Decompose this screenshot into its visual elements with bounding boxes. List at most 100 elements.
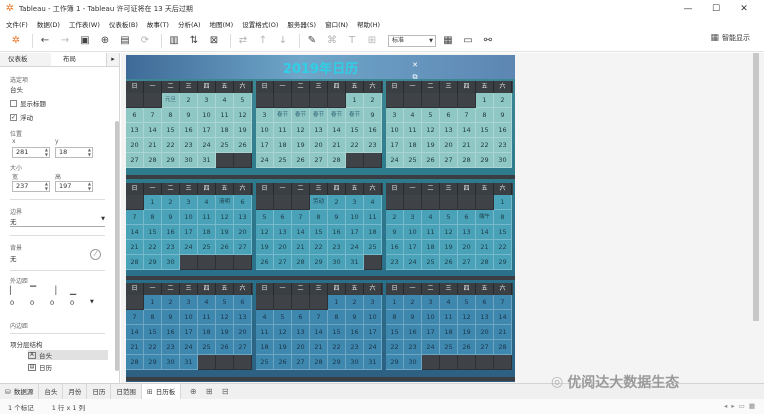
day-cell[interactable]: 17 [422, 325, 440, 340]
highlight-icon[interactable]: ✎ [304, 33, 320, 49]
day-cell[interactable]: 19 [274, 340, 292, 355]
day-cell[interactable]: 12 [440, 225, 458, 240]
day-cell[interactable]: 31 [198, 153, 216, 168]
fix-axes-icon[interactable]: ⊞ [364, 33, 380, 49]
day-cell[interactable]: 5 [234, 93, 252, 108]
menu-file[interactable]: 文件(F) [6, 19, 28, 29]
hierarchy-item[interactable]: ▤ 日历 [28, 362, 108, 372]
day-cell[interactable]: 8 [494, 210, 512, 225]
day-cell[interactable]: 9 [328, 210, 346, 225]
day-cell[interactable]: 2 [364, 93, 382, 108]
day-cell[interactable]: 2 [180, 93, 198, 108]
day-cell[interactable]: 31 [364, 355, 382, 370]
swap-icon[interactable]: ⇅ [186, 33, 202, 49]
day-cell[interactable]: 13 [126, 123, 144, 138]
tab-active-dashboard[interactable]: ⊞ 日历板 [141, 383, 182, 400]
day-cell[interactable]: 7 [126, 310, 144, 325]
day-cell[interactable]: 4 [198, 295, 216, 310]
day-cell[interactable]: 28 [126, 255, 144, 270]
day-cell[interactable]: 13 [292, 325, 310, 340]
day-cell[interactable]: 春节 [346, 108, 364, 123]
day-cell[interactable]: 22 [144, 240, 162, 255]
sort-descending-icon[interactable]: ↓ [275, 33, 291, 49]
day-cell[interactable]: 清明 [216, 195, 234, 210]
day-cell[interactable]: 20 [440, 138, 458, 153]
day-cell[interactable]: 10 [256, 123, 274, 138]
menu-data[interactable]: 数据(D) [37, 19, 60, 29]
day-cell[interactable]: 12 [256, 225, 274, 240]
day-cell[interactable]: 14 [458, 123, 476, 138]
day-cell[interactable]: 19 [422, 138, 440, 153]
day-cell[interactable]: 12 [422, 123, 440, 138]
day-cell[interactable]: 18 [216, 123, 234, 138]
day-cell[interactable]: 14 [126, 325, 144, 340]
day-cell[interactable]: 8 [144, 310, 162, 325]
close-button[interactable]: ✕ [730, 2, 758, 16]
day-cell[interactable]: 11 [440, 310, 458, 325]
show-title-checkbox[interactable]: 显示标题 [10, 98, 46, 108]
day-cell[interactable]: 23 [404, 340, 422, 355]
day-cell[interactable]: 2 [328, 195, 346, 210]
tab-sheet[interactable]: 日范围 [111, 383, 142, 400]
new-worksheet-icon[interactable]: ▤ [117, 33, 133, 49]
day-cell[interactable]: 8 [162, 108, 180, 123]
new-datasource-icon[interactable]: ⊕ [97, 33, 113, 49]
day-cell[interactable]: 8 [386, 310, 404, 325]
tab-layout[interactable]: 布局 [51, 53, 107, 66]
day-cell[interactable]: 18 [274, 138, 292, 153]
menu-window[interactable]: 窗口(N) [325, 19, 348, 29]
day-cell[interactable]: 17 [256, 138, 274, 153]
stepper-arrows-icon[interactable]: ▲ ▼ [88, 181, 91, 191]
day-cell[interactable]: 20 [234, 325, 252, 340]
labels-icon[interactable]: T [344, 33, 360, 49]
day-cell[interactable]: 22 [494, 240, 512, 255]
menu-help[interactable]: 帮助(H) [357, 19, 380, 29]
day-cell[interactable]: 29 [162, 153, 180, 168]
day-cell[interactable]: 6 [458, 210, 476, 225]
day-cell[interactable]: 11 [198, 210, 216, 225]
day-cell[interactable]: 春节 [310, 108, 328, 123]
day-cell[interactable]: 11 [274, 123, 292, 138]
menu-analysis[interactable]: 分析(A) [178, 19, 201, 29]
day-cell[interactable]: 24 [180, 240, 198, 255]
day-cell[interactable]: 27 [274, 255, 292, 270]
day-cell[interactable]: 2 [386, 210, 404, 225]
padding-top-icon[interactable]: ▔ [30, 286, 50, 295]
day-cell[interactable]: 23 [364, 138, 382, 153]
day-cell[interactable]: 19 [216, 325, 234, 340]
day-cell[interactable]: 27 [476, 340, 494, 355]
day-cell[interactable]: 9 [346, 310, 364, 325]
day-cell[interactable]: 17 [180, 225, 198, 240]
day-cell[interactable]: 15 [310, 225, 328, 240]
day-cell[interactable]: 5 [256, 210, 274, 225]
day-cell[interactable]: 1 [476, 93, 494, 108]
padding-right-icon[interactable]: ▕ [50, 286, 70, 295]
day-cell[interactable]: 18 [422, 240, 440, 255]
day-cell[interactable]: 4 [404, 108, 422, 123]
day-cell[interactable]: 30 [494, 153, 512, 168]
day-cell[interactable]: 20 [274, 240, 292, 255]
day-cell[interactable]: 27 [126, 153, 144, 168]
tab-sheet[interactable]: 日历 [87, 383, 112, 400]
day-cell[interactable]: 1 [144, 295, 162, 310]
new-story-icon[interactable]: ⊟ [217, 387, 233, 396]
day-cell[interactable]: 16 [328, 225, 346, 240]
share-icon[interactable]: ⚯ [480, 33, 496, 49]
day-cell[interactable]: 13 [274, 225, 292, 240]
chart-type-icon[interactable]: ▥ [166, 33, 182, 49]
day-cell[interactable]: 5 [216, 295, 234, 310]
new-dashboard-icon[interactable]: ⊞ [201, 387, 217, 396]
day-cell[interactable]: 26 [440, 255, 458, 270]
day-cell[interactable]: 25 [422, 255, 440, 270]
stepper-arrows-icon[interactable]: ▲ ▼ [45, 181, 48, 191]
day-cell[interactable]: 18 [256, 340, 274, 355]
day-cell[interactable]: 25 [440, 340, 458, 355]
day-cell[interactable]: 15 [346, 123, 364, 138]
day-cell[interactable]: 22 [328, 340, 346, 355]
panel-menu-icon[interactable]: ▸ [107, 53, 119, 66]
day-cell[interactable]: 26 [216, 340, 234, 355]
day-cell[interactable]: 22 [162, 138, 180, 153]
day-cell[interactable]: 12 [216, 310, 234, 325]
day-cell[interactable]: 9 [364, 108, 382, 123]
menu-story[interactable]: 故事(T) [147, 19, 169, 29]
